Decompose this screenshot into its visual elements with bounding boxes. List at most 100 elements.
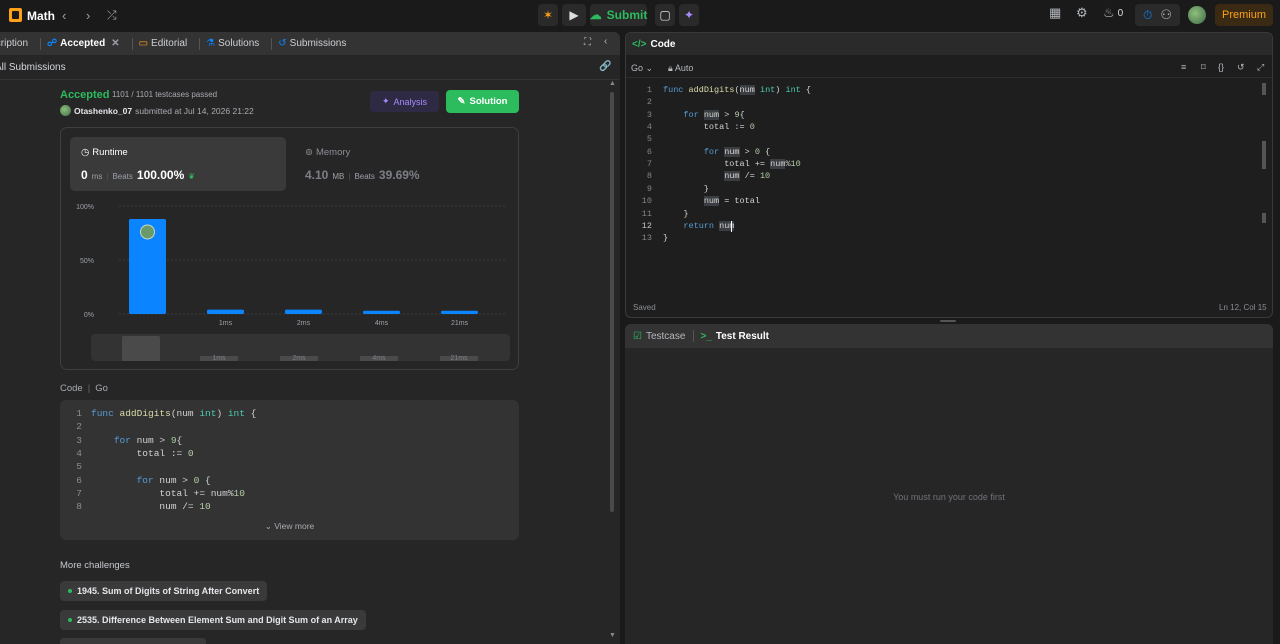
- editor-line[interactable]: 7 total += num%10: [626, 159, 801, 171]
- tab-test-result[interactable]: >_ Test Result: [700, 331, 769, 342]
- braces-icon[interactable]: {}: [1218, 62, 1224, 72]
- cursor-position: Ln 12, Col 15: [1219, 303, 1267, 312]
- share-link-icon[interactable]: 🔗: [599, 61, 611, 72]
- more-challenges-heading: More challenges: [60, 560, 130, 571]
- challenge-item-partial[interactable]: [60, 638, 206, 644]
- book-icon: ▭: [138, 38, 149, 49]
- premium-button[interactable]: Premium: [1215, 4, 1273, 26]
- top-bar: Math ‹ › ⤮ ✶ ▶ ☁ Submit ▢ ✦ ▦ ⚙ ♨ 0 ⏱ ⚇ …: [0, 0, 1280, 31]
- mini-x-label: 4ms: [372, 355, 386, 361]
- timer-icon[interactable]: ⏱: [1143, 8, 1152, 23]
- tab-description[interactable]: Description: [0, 38, 28, 49]
- chart-bar: [285, 309, 322, 314]
- add-friend-icon[interactable]: ⚇: [1160, 7, 1172, 23]
- range-selector[interactable]: 1ms 2ms 4ms 21ms: [91, 334, 510, 361]
- code-icon: </>: [632, 38, 647, 50]
- submission-status: Accepted: [60, 89, 110, 101]
- chip-icon: ⊚: [305, 147, 313, 158]
- panel-resize-handle[interactable]: [940, 320, 956, 322]
- challenge-item[interactable]: 1945. Sum of Digits of String After Conv…: [60, 581, 268, 601]
- bookmark-icon[interactable]: ⌑: [1201, 62, 1206, 73]
- leetcode-logo-icon[interactable]: [9, 8, 22, 22]
- editor-line[interactable]: 11 }: [626, 209, 689, 221]
- editor-scrollbar[interactable]: [1262, 83, 1266, 233]
- fullscreen-icon[interactable]: ⤢: [1257, 62, 1264, 73]
- editor-line[interactable]: 5: [626, 134, 663, 146]
- code-language: Go: [95, 383, 108, 394]
- x-tick-label: 1ms: [219, 320, 233, 327]
- accepted-icon: ☍: [47, 38, 58, 49]
- runtime-value: 0: [81, 168, 88, 182]
- left-scrollbar[interactable]: [610, 92, 614, 512]
- debug-icon[interactable]: ✶: [538, 4, 558, 26]
- editor-line[interactable]: 3 for num > 9{: [626, 109, 745, 122]
- editor-line[interactable]: 6 for num > 0 {: [626, 146, 770, 159]
- tab-solutions[interactable]: ⚗ Solutions: [206, 38, 259, 49]
- testcases-passed: 1101 / 1101 testcases passed: [112, 90, 218, 99]
- run-button[interactable]: ▶: [562, 4, 586, 26]
- editor-line[interactable]: 1 func addDigits(num int) int {: [626, 85, 811, 97]
- editor-line[interactable]: 2: [626, 97, 663, 109]
- checkbox-icon: ☑: [633, 330, 642, 342]
- reset-icon[interactable]: ↺: [1237, 62, 1245, 73]
- ai-sparkle-icon[interactable]: ✦: [679, 4, 699, 26]
- analysis-button[interactable]: ✦ Analysis: [370, 91, 439, 112]
- editor-line[interactable]: 9 }: [626, 184, 709, 196]
- runtime-card[interactable]: ◷ Runtime 0 ms | Beats 100.00% ❦: [70, 137, 286, 191]
- solution-button[interactable]: ✎ Solution: [446, 90, 519, 113]
- y-tick-label: 50%: [80, 258, 94, 265]
- layout-grid-icon[interactable]: ▦: [1049, 5, 1061, 21]
- editor-line[interactable]: 8 num /= 10: [626, 171, 770, 183]
- notes-icon[interactable]: ▢: [655, 4, 675, 26]
- maximize-icon[interactable]: ⛶: [584, 37, 591, 48]
- editor-line[interactable]: 13}: [626, 233, 668, 245]
- runtime-distribution-chart: 100% 50% 0% 1ms 2ms 4ms 21ms: [76, 204, 505, 327]
- problem-list-title[interactable]: Math: [27, 9, 55, 23]
- submission-author: Otashenko_07 submitted at Jul 14, 2026 2…: [60, 105, 254, 116]
- submitted-time: submitted at Jul 14, 2026 21:22: [135, 105, 254, 116]
- runtime-beats: 100.00%: [136, 168, 185, 182]
- tab-editorial[interactable]: ▭ Editorial: [139, 38, 188, 49]
- settings-gear-icon[interactable]: ⚙: [1076, 5, 1088, 21]
- chevron-down-icon: ⌄: [264, 521, 272, 531]
- user-avatar[interactable]: [1188, 6, 1206, 24]
- challenge-item[interactable]: 2535. Difference Between Element Sum and…: [60, 610, 366, 630]
- test-result-panel: ☑ Testcase >_ Test Result You must run you…: [625, 324, 1273, 644]
- sparkle-icon: ✦: [381, 96, 390, 106]
- code-editor-panel: </> Code Go ⌄ 🔒︎ Auto ≡ ⌑ {} ↺ ⤢ 1 func a…: [625, 32, 1273, 318]
- empty-result-message: You must run your code first: [893, 492, 1005, 502]
- mini-x-label: 2ms: [292, 355, 306, 361]
- streak-flame-icon[interactable]: ♨: [1103, 5, 1115, 21]
- prev-problem-icon[interactable]: ‹: [62, 8, 66, 23]
- format-icon[interactable]: ≡: [1181, 62, 1186, 72]
- shuffle-icon[interactable]: ⤮: [107, 8, 117, 23]
- close-tab-icon[interactable]: ✕: [111, 38, 119, 49]
- chart-bar: [363, 310, 400, 314]
- author-avatar[interactable]: [60, 105, 71, 116]
- scroll-down-icon[interactable]: ▼: [609, 632, 616, 639]
- memory-label: Memory: [315, 147, 351, 158]
- clock-icon: ◷: [81, 147, 90, 158]
- scroll-up-icon[interactable]: ▲: [609, 80, 616, 87]
- edit-icon: ✎: [457, 96, 466, 107]
- memory-beats-label: Beats: [354, 172, 375, 181]
- x-tick-label: 21ms: [451, 320, 469, 327]
- memory-card[interactable]: ⊚ Memory 4.10 MB | Beats 39.69%: [305, 137, 505, 191]
- language-select[interactable]: Go ⌄: [631, 63, 653, 74]
- user-avatar-marker: [140, 224, 155, 240]
- tab-submissions[interactable]: ↺ Submissions: [278, 38, 346, 49]
- editor-line[interactable]: 4 total := 0: [626, 122, 755, 134]
- all-submissions-link[interactable]: All Submissions: [0, 62, 66, 73]
- author-name[interactable]: Otashenko_07: [74, 106, 132, 116]
- collapse-panel-icon[interactable]: ‹: [604, 36, 607, 47]
- next-problem-icon[interactable]: ›: [86, 8, 90, 23]
- editor-line[interactable]: 10 num = total: [626, 196, 760, 208]
- submit-button[interactable]: ☁ Submit: [590, 4, 647, 26]
- view-more-button[interactable]: ⌄ View more: [60, 521, 519, 532]
- tab-testcase[interactable]: ☑ Testcase: [633, 331, 685, 342]
- auto-mode[interactable]: 🔒︎ Auto: [668, 63, 693, 74]
- editor-line[interactable]: 12 return num: [626, 220, 735, 233]
- tab-accepted[interactable]: ☍ Accepted ✕: [47, 38, 120, 49]
- range-mini-chart: 1ms 2ms 4ms 21ms: [200, 355, 478, 361]
- code-tab[interactable]: </> Code: [626, 33, 1272, 55]
